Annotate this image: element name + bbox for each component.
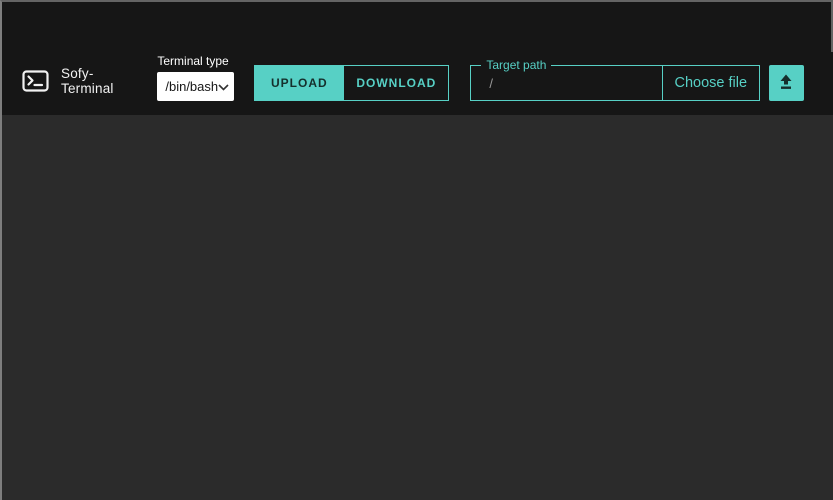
upload-submit-button[interactable] <box>769 65 804 101</box>
terminal-icon <box>22 70 49 92</box>
upload-tab-button[interactable]: UPLOAD <box>255 66 343 100</box>
target-path-group: Target path / Choose file <box>470 65 759 101</box>
terminal-type-field: Terminal type /bin/bash <box>157 54 234 101</box>
terminal-type-label: Terminal type <box>157 54 234 68</box>
terminal-type-select[interactable]: /bin/bash <box>157 72 234 101</box>
terminal-screen[interactable] <box>2 115 833 500</box>
target-path-value: / <box>489 76 493 91</box>
app-logo: Sofy-Terminal <box>22 66 143 96</box>
choose-file-button[interactable]: Choose file <box>662 66 759 100</box>
terminal-type-selected-value: /bin/bash <box>165 79 218 94</box>
app-title: Sofy-Terminal <box>61 66 143 96</box>
transfer-mode-button-group: UPLOAD DOWNLOAD <box>254 65 449 101</box>
toolbar: Sofy-Terminal Terminal type /bin/bash UP… <box>2 2 833 115</box>
app-window: Sofy-Terminal Terminal type /bin/bash UP… <box>0 0 833 500</box>
download-tab-button[interactable]: DOWNLOAD <box>343 66 448 100</box>
upload-arrow-icon <box>777 73 795 94</box>
target-path-label: Target path <box>481 58 551 72</box>
chevron-down-icon <box>218 78 229 96</box>
